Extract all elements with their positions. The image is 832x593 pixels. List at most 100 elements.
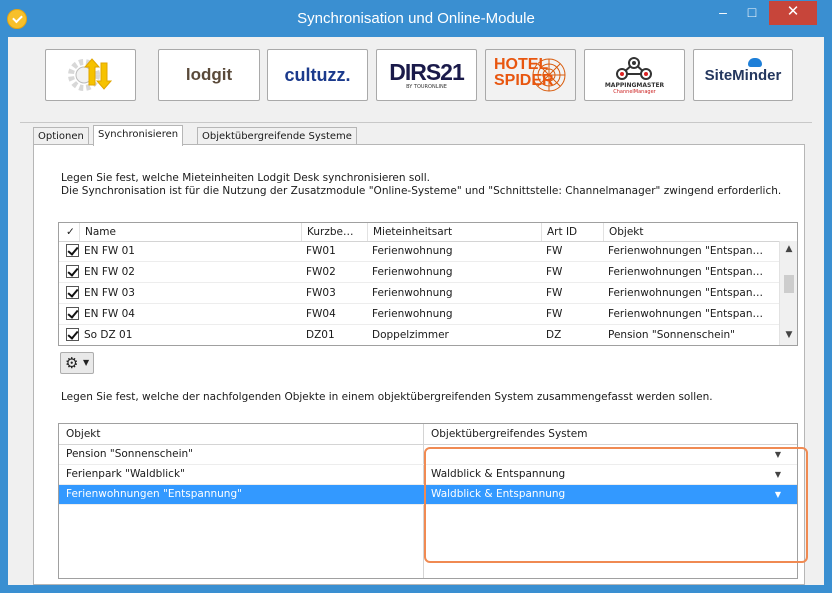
objects-table[interactable]: Objekt Objektübergreifendes System Pensi… bbox=[58, 423, 798, 579]
sync-checkbox[interactable] bbox=[66, 328, 79, 341]
mapping-master-logo-button[interactable]: MAPPINGMASTER ChannelManager bbox=[584, 49, 685, 101]
col-objekt[interactable]: Objekt bbox=[603, 223, 779, 241]
unit-type: Doppelzimmer bbox=[372, 329, 449, 341]
unit-short: FW01 bbox=[306, 245, 336, 257]
unit-type: Ferienwohnung bbox=[372, 245, 453, 257]
title-bar[interactable]: Synchronisation und Online-Module – □ ✕ bbox=[1, 1, 831, 37]
unit-type: Ferienwohnung bbox=[372, 287, 453, 299]
unit-short: FW03 bbox=[306, 287, 336, 299]
unit-art-id: FW bbox=[546, 287, 563, 299]
scroll-down-icon[interactable]: ▼ bbox=[780, 327, 797, 343]
scroll-up-icon[interactable]: ▲ bbox=[780, 241, 797, 257]
intro-line-2: Die Synchronisation ist für die Nutzung … bbox=[61, 185, 782, 197]
dropdown-arrow-icon[interactable]: ▼ bbox=[771, 465, 785, 484]
dirs21-logo: DIRS21 bbox=[389, 58, 465, 85]
unit-short: DZ01 bbox=[306, 329, 335, 341]
siteminder-logo: SiteMinder bbox=[704, 66, 782, 84]
network-nodes-icon bbox=[615, 56, 652, 80]
settings-menu-button[interactable]: ⚙ ▼ bbox=[60, 352, 94, 374]
intro-line-1: Legen Sie fest, welche Mieteinheiten Lod… bbox=[61, 172, 430, 184]
tab-objektuebergreifende-systeme[interactable]: Objektübergreifende Systeme bbox=[197, 127, 357, 145]
object-name: Pension "Sonnenschein" bbox=[66, 448, 193, 460]
sync-checkbox[interactable] bbox=[66, 244, 79, 257]
dialog-client: lodgit cultuzz. DIRS21 BY TOURONLINE HOT… bbox=[8, 37, 824, 585]
unit-object: Ferienwohnungen "Entspan… bbox=[608, 245, 763, 257]
table-row[interactable]: EN FW 02 FW02 Ferienwohnung FW Ferienwoh… bbox=[59, 262, 779, 283]
system-select[interactable] bbox=[424, 445, 764, 464]
object-name: Ferienwohnungen "Entspannung" bbox=[66, 488, 242, 500]
system-select[interactable]: Waldblick & Entspannung bbox=[424, 465, 764, 484]
sync-module-logo-button[interactable] bbox=[45, 49, 136, 101]
hotel-spider-logo-button[interactable]: HOTEL SPIDER bbox=[485, 49, 576, 101]
siteminder-logo-button[interactable]: SiteMinder bbox=[693, 49, 793, 101]
object-name: Ferienpark "Waldblick" bbox=[66, 468, 185, 480]
unit-object: Ferienwohnungen "Entspan… bbox=[608, 287, 763, 299]
col-objektuebergreifendes-system[interactable]: Objektübergreifendes System bbox=[424, 424, 797, 444]
lodgit-logo: lodgit bbox=[185, 65, 233, 84]
minimize-button[interactable]: – bbox=[709, 1, 737, 25]
unit-short: FW02 bbox=[306, 266, 336, 278]
dropdown-arrow-icon[interactable]: ▼ bbox=[771, 445, 785, 464]
unit-name: EN FW 02 bbox=[84, 266, 135, 278]
lodgit-logo-button[interactable]: lodgit bbox=[158, 49, 260, 101]
col-art-id[interactable]: Art ID bbox=[541, 223, 603, 241]
dirs21-subtitle: BY TOURONLINE bbox=[406, 83, 447, 90]
col-check[interactable]: ✓ bbox=[59, 223, 79, 241]
col-kurzbezeichnung[interactable]: Kurzbe… bbox=[301, 223, 367, 241]
unit-name: EN FW 03 bbox=[84, 287, 135, 299]
unit-type: Ferienwohnung bbox=[372, 266, 453, 278]
objects-intro-text: Legen Sie fest, welche der nachfolgenden… bbox=[61, 391, 713, 403]
chevron-down-icon: ▼ bbox=[83, 358, 90, 367]
col-name[interactable]: Name bbox=[79, 223, 301, 241]
gear-icon: ⚙ bbox=[65, 354, 79, 372]
table-row[interactable]: Pension "Sonnenschein" ▼ bbox=[59, 445, 797, 465]
unit-name: EN FW 04 bbox=[84, 308, 135, 320]
system-select[interactable]: Waldblick & Entspannung bbox=[424, 485, 764, 504]
cultuzz-logo-button[interactable]: cultuzz. bbox=[267, 49, 368, 101]
hotel-spider-logo: HOTEL SPIDER bbox=[494, 56, 554, 89]
sync-checkbox[interactable] bbox=[66, 265, 79, 278]
unit-name: EN FW 01 bbox=[84, 245, 135, 257]
unit-art-id: FW bbox=[546, 308, 563, 320]
synchronisieren-panel: Legen Sie fest, welche Mieteinheiten Lod… bbox=[33, 144, 805, 585]
divider bbox=[20, 122, 812, 123]
cloud-icon bbox=[748, 58, 762, 67]
table-row[interactable]: So DZ 01 DZ01 Doppelzimmer DZ Pension "S… bbox=[59, 325, 779, 345]
dirs21-logo-button[interactable]: DIRS21 BY TOURONLINE bbox=[376, 49, 477, 101]
table-row[interactable]: EN FW 03 FW03 Ferienwohnung FW Ferienwoh… bbox=[59, 283, 779, 304]
col-mieteinheitsart[interactable]: Mieteinheitsart bbox=[367, 223, 541, 241]
unit-art-id: FW bbox=[546, 245, 563, 257]
tab-optionen[interactable]: Optionen bbox=[33, 127, 89, 145]
units-table[interactable]: ✓ Name Kurzbe… Mieteinheitsart Art ID Ob… bbox=[58, 222, 798, 346]
maximize-button[interactable]: □ bbox=[737, 1, 767, 25]
unit-type: Ferienwohnung bbox=[372, 308, 453, 320]
gear-sync-icon bbox=[67, 58, 112, 91]
vertical-scrollbar[interactable]: ▲ ▼ bbox=[779, 241, 797, 345]
sync-checkbox[interactable] bbox=[66, 286, 79, 299]
scroll-thumb[interactable] bbox=[784, 275, 794, 293]
unit-object: Ferienwohnungen "Entspan… bbox=[608, 266, 763, 278]
table-row[interactable]: Ferienpark "Waldblick" Waldblick & Entsp… bbox=[59, 465, 797, 485]
unit-name: So DZ 01 bbox=[84, 329, 133, 341]
tab-synchronisieren[interactable]: Synchronisieren bbox=[93, 125, 184, 146]
table-row[interactable]: EN FW 04 FW04 Ferienwohnung FW Ferienwoh… bbox=[59, 304, 779, 325]
unit-art-id: DZ bbox=[546, 329, 562, 341]
sync-checkbox[interactable] bbox=[66, 307, 79, 320]
table-row[interactable]: EN FW 01 FW01 Ferienwohnung FW Ferienwoh… bbox=[59, 241, 779, 262]
cultuzz-logo: cultuzz. bbox=[284, 64, 351, 85]
close-button[interactable]: ✕ bbox=[769, 1, 817, 25]
unit-object: Pension "Sonnenschein" bbox=[608, 329, 735, 341]
unit-short: FW04 bbox=[306, 308, 336, 320]
units-table-header: ✓ Name Kurzbe… Mieteinheitsart Art ID Ob… bbox=[59, 223, 797, 242]
window: Synchronisation und Online-Module – □ ✕ … bbox=[0, 0, 832, 593]
intro-text: Legen Sie fest, welche Mieteinheiten Lod… bbox=[61, 172, 781, 198]
module-logo-bar: lodgit cultuzz. DIRS21 BY TOURONLINE HOT… bbox=[45, 49, 793, 107]
mapping-master-subtitle: ChannelManager bbox=[613, 88, 656, 95]
table-row-selected[interactable]: Ferienwohnungen "Entspannung" Waldblick … bbox=[59, 485, 797, 505]
unit-art-id: FW bbox=[546, 266, 563, 278]
col-objekt[interactable]: Objekt bbox=[59, 424, 423, 444]
dropdown-arrow-icon[interactable]: ▼ bbox=[771, 485, 785, 504]
objects-table-header: Objekt Objektübergreifendes System bbox=[59, 424, 797, 445]
mapping-master-logo: MAPPINGMASTER bbox=[604, 81, 665, 89]
window-title: Synchronisation und Online-Module bbox=[297, 10, 535, 27]
